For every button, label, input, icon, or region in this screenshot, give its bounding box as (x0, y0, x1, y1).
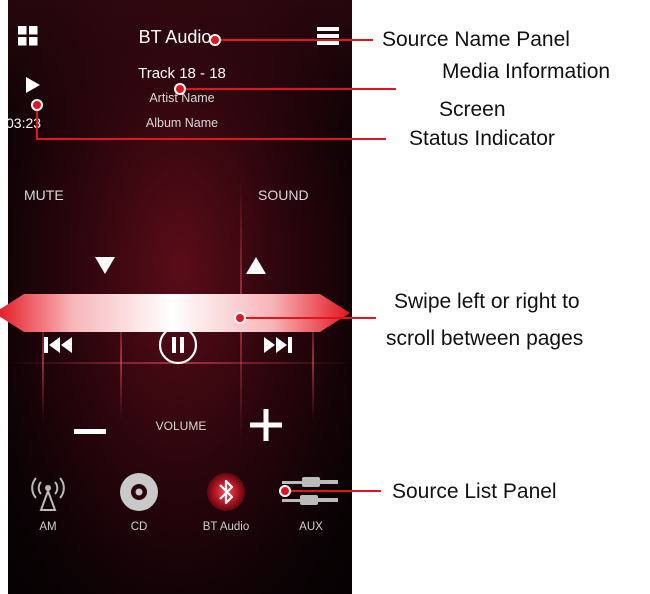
mute-button[interactable]: MUTE (24, 187, 64, 203)
callout-swipe-line1: Swipe left or right to (394, 290, 580, 313)
callout-swipe-line2: scroll between pages (386, 327, 584, 350)
callout-dot-source-name (209, 34, 221, 46)
volume-label: VOLUME (155, 419, 207, 433)
disc-icon (119, 472, 159, 517)
callout-line-status (36, 138, 386, 140)
grid-menu-icon[interactable] (18, 26, 38, 46)
sound-button[interactable]: SOUND (258, 187, 309, 203)
source-cd-label: CD (130, 521, 148, 533)
next-track-button[interactable] (264, 337, 292, 358)
callout-status-indicator: Status Indicator (409, 127, 555, 150)
album-name: Album Name (145, 116, 219, 130)
callout-dot-media-info (174, 83, 186, 95)
source-aux-label: AUX (299, 521, 323, 533)
callout-dot-status (31, 99, 43, 111)
callout-media-info-line1: Media Information (442, 60, 611, 83)
callout-line-swipe (240, 317, 376, 319)
tune-up-button[interactable] (246, 257, 266, 280)
aux-cable-icon (282, 472, 338, 517)
play-status-icon (25, 77, 41, 98)
source-am-button[interactable] (28, 472, 68, 517)
source-bt-audio-label: BT Audio (202, 521, 250, 533)
callout-media-info-line2: Screen (439, 98, 506, 121)
callout-source-name-panel: Source Name Panel (382, 28, 570, 51)
callout-line-media-info (180, 88, 396, 90)
track-title: Track 18 - 18 (138, 65, 226, 82)
callout-dot-source-list (279, 485, 291, 497)
bluetooth-icon (206, 472, 246, 517)
tune-down-button[interactable] (95, 257, 115, 280)
previous-track-button[interactable] (44, 337, 72, 358)
volume-down-button[interactable] (74, 422, 106, 440)
callout-source-list-panel: Source List Panel (392, 480, 557, 503)
source-aux-button[interactable] (282, 472, 338, 517)
source-cd-button[interactable] (119, 472, 159, 517)
source-am-label: AM (39, 521, 57, 533)
callout-line-source-list (285, 490, 381, 492)
source-bt-audio-button[interactable] (206, 472, 246, 517)
callout-line-source-name (215, 39, 373, 41)
volume-up-button[interactable] (250, 409, 282, 446)
swipe-page-bar[interactable] (0, 294, 350, 332)
antenna-icon (28, 472, 68, 517)
callout-dot-swipe (234, 312, 246, 324)
list-menu-icon[interactable] (317, 26, 339, 46)
